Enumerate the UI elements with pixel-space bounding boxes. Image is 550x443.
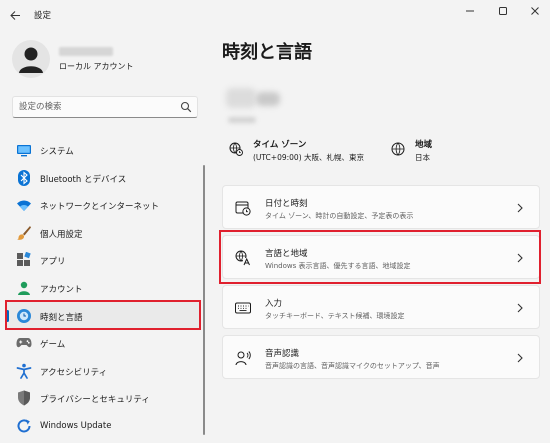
sidebar-item-label: ゲーム: [40, 340, 66, 351]
sidebar-item-label: 個人用設定: [40, 229, 83, 240]
search-icon[interactable]: [180, 101, 192, 113]
page-title: 時刻と言語: [222, 42, 312, 63]
update-icon: [16, 418, 32, 434]
back-button[interactable]: [6, 6, 24, 24]
account-icon: [16, 280, 32, 296]
user-name-blurred: [59, 47, 113, 56]
sidebar-nav: システム Bluetooth とデバイス ネットワークとインターネット 個人用設…: [6, 136, 200, 440]
blurred-device-image: [222, 84, 286, 114]
close-icon: [531, 7, 539, 15]
search-box[interactable]: [12, 96, 198, 118]
card-title: 日付と時刻: [265, 199, 308, 209]
avatar: [12, 40, 50, 78]
sidebar-item-label: 時刻と言語: [40, 312, 83, 323]
card-subtitle: タイム ゾーン、時計の自動設定、予定表の表示: [265, 212, 414, 220]
close-button[interactable]: [523, 2, 547, 20]
sidebar-item-network[interactable]: ネットワークとインターネット: [6, 191, 200, 219]
minimize-button[interactable]: [458, 2, 482, 20]
timezone-title: タイム ゾーン: [253, 140, 307, 150]
card-date-time[interactable]: 日付と時刻 タイム ゾーン、時計の自動設定、予定表の表示: [222, 185, 540, 229]
chevron-right-icon: [517, 203, 523, 213]
sidebar-item-label: アクセシビリティ: [40, 367, 108, 378]
card-typing[interactable]: 入力 タッチキーボード、テキスト候補、環境設定: [222, 285, 540, 329]
gamepad-icon: [16, 335, 32, 351]
sidebar-item-label: プライバシーとセキュリティ: [40, 395, 150, 406]
card-title: 音声認識: [265, 349, 300, 359]
blurred-shape: [226, 88, 256, 108]
calendar-clock-icon: [235, 200, 251, 216]
sidebar-item-label: ネットワークとインターネット: [40, 202, 160, 213]
sidebar-item-privacy[interactable]: プライバシーとセキュリティ: [6, 384, 200, 412]
card-subtitle: タッチキーボード、テキスト候補、環境設定: [265, 312, 405, 320]
sidebar-scrollbar[interactable]: [203, 165, 205, 435]
card-speech[interactable]: 音声認識 音声認識の言語、音声認識マイクのセットアップ、音声: [222, 335, 540, 379]
accessibility-icon: [16, 363, 32, 379]
apps-icon: [16, 252, 32, 268]
blurred-shape: [256, 92, 280, 106]
sidebar-item-label: Windows Update: [40, 420, 112, 431]
region-value: 日本: [415, 153, 430, 162]
chevron-right-icon: [517, 353, 523, 363]
keyboard-icon: [235, 300, 251, 316]
language-icon: [235, 250, 251, 266]
wifi-icon: [16, 197, 32, 213]
sidebar-item-personalization[interactable]: 個人用設定: [6, 219, 200, 247]
blurred-text: [228, 117, 256, 123]
timezone-value: (UTC+09:00) 大阪、札幌、東京: [253, 153, 365, 162]
card-title: 言語と地域: [265, 249, 308, 259]
system-icon: [16, 142, 32, 158]
active-indicator: [6, 309, 9, 322]
sidebar-item-bluetooth[interactable]: Bluetooth とデバイス: [6, 164, 200, 192]
window-title: 設定: [34, 11, 52, 21]
brush-icon: [16, 225, 32, 241]
sidebar-item-label: システム: [40, 147, 74, 157]
search-input[interactable]: [13, 97, 173, 117]
globe-clock-icon: [229, 142, 243, 156]
title-bar: 設定: [0, 0, 550, 30]
timezone-info: タイム ゾーン (UTC+09:00) 大阪、札幌、東京: [229, 138, 389, 168]
maximize-icon: [499, 7, 507, 15]
shield-icon: [16, 390, 32, 406]
sidebar-item-time-language[interactable]: 時刻と言語: [6, 301, 200, 330]
sidebar-item-accounts[interactable]: アカウント: [6, 274, 200, 302]
time-language-icon: [16, 308, 32, 324]
sidebar-item-gaming[interactable]: ゲーム: [6, 329, 200, 357]
person-icon: [19, 47, 43, 73]
sidebar-item-accessibility[interactable]: アクセシビリティ: [6, 357, 200, 385]
sidebar-item-label: Bluetooth とデバイス: [40, 174, 127, 185]
arrow-left-icon: [9, 10, 20, 20]
maximize-button[interactable]: [491, 2, 515, 20]
sidebar-item-system[interactable]: システム: [6, 136, 200, 164]
card-title: 入力: [265, 299, 283, 309]
card-subtitle: 音声認識の言語、音声認識マイクのセットアップ、音声: [265, 362, 440, 370]
sidebar-item-label: アプリ: [40, 257, 66, 268]
chevron-right-icon: [517, 303, 523, 313]
sidebar-item-apps[interactable]: アプリ: [6, 246, 200, 274]
card-subtitle: Windows 表示言語、優先する言語、地域設定: [265, 262, 411, 270]
minimize-icon: [466, 10, 474, 12]
region-title: 地域: [415, 140, 433, 150]
chevron-right-icon: [517, 253, 523, 263]
card-language-region[interactable]: 言語と地域 Windows 表示言語、優先する言語、地域設定: [222, 235, 540, 279]
speech-icon: [235, 350, 251, 366]
region-info: 地域 日本: [391, 138, 471, 168]
globe-icon: [391, 142, 405, 156]
sidebar-item-label: アカウント: [40, 284, 83, 295]
sidebar-item-windows-update[interactable]: Windows Update: [6, 412, 200, 440]
account-type: ローカル アカウント: [59, 62, 134, 71]
bluetooth-icon: [16, 169, 32, 186]
